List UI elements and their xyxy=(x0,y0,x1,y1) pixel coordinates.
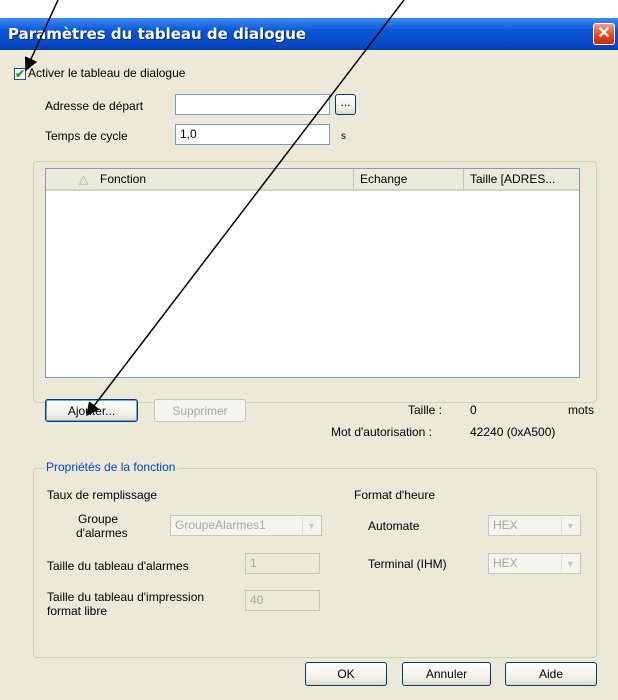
annotation-arrows xyxy=(24,0,405,417)
arrow-to-checkbox xyxy=(24,0,59,72)
arrow-to-add-button xyxy=(86,0,405,417)
